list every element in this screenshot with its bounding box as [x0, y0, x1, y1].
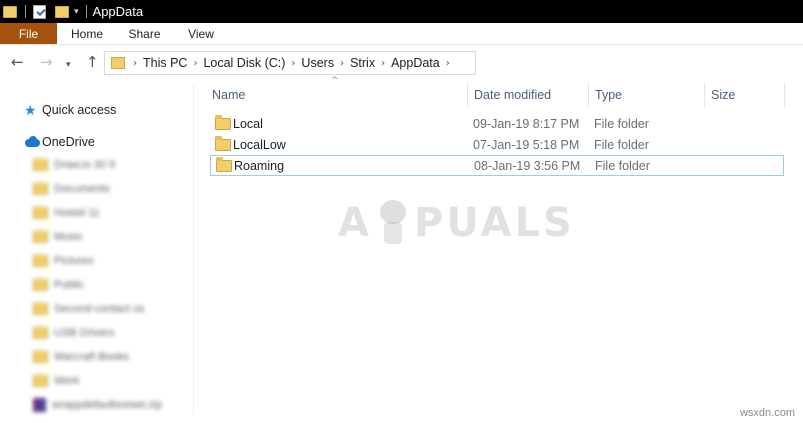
zip-file-icon [33, 398, 46, 412]
watermark-text-left: A [338, 200, 372, 246]
sidebar-item-quick-access[interactable]: ★ Quick access [24, 100, 116, 120]
file-type: File folder [595, 158, 650, 173]
sidebar-item[interactable]: Music [33, 229, 83, 245]
chevron-right-icon[interactable]: › [291, 58, 295, 69]
chevron-right-icon[interactable]: › [446, 58, 450, 69]
column-header-size[interactable]: Size [705, 83, 785, 107]
folder-icon [216, 156, 232, 172]
breadcrumb-local-disk[interactable]: Local Disk (C:) [203, 56, 285, 70]
sidebar-item[interactable]: wrappdefaultsreset.zip [33, 397, 162, 413]
tab-file[interactable]: File [0, 23, 57, 44]
file-date-modified: 08-Jan-19 3:56 PM [474, 158, 581, 173]
column-header-type[interactable]: Type [589, 83, 705, 107]
star-icon: ★ [24, 101, 37, 118]
folder-icon [3, 5, 17, 18]
folder-icon [33, 303, 48, 315]
sidebar-item-label: OneDrive [42, 135, 95, 149]
folder-icon [33, 255, 48, 267]
file-name: Local [233, 116, 263, 131]
sidebar-item-label: wrappdefaultsreset.zip [52, 399, 163, 411]
navigation-bar: ← → ▾ ↑ › This PC › Local Disk (C:) › Us… [0, 46, 803, 79]
sidebar-item-label: Second contact us [54, 303, 145, 315]
folder-icon [33, 159, 48, 171]
sidebar-item[interactable]: Documents [33, 181, 110, 197]
breadcrumb-this-pc[interactable]: This PC [143, 56, 187, 70]
sidebar-item-label: USB Drivers [54, 327, 115, 339]
sidebar-item-label: Work [54, 375, 80, 387]
chevron-right-icon[interactable]: › [340, 58, 344, 69]
pane-divider[interactable] [193, 84, 194, 414]
file-name: LocalLow [233, 137, 286, 152]
tab-share[interactable]: Share [117, 23, 172, 44]
folder-icon [215, 114, 231, 130]
sidebar-item[interactable]: Draw.io 30 9 [33, 157, 115, 173]
ribbon-tabs: File Home Share View [0, 23, 803, 45]
sidebar-item-label: Music [54, 231, 83, 243]
chevron-right-icon[interactable]: › [381, 58, 385, 69]
sidebar-item[interactable]: Pictures [33, 253, 94, 269]
file-date-modified: 09-Jan-19 8:17 PM [473, 116, 580, 131]
recent-locations-chevron-icon[interactable]: ▾ [66, 57, 71, 73]
sidebar-item-label: Hostel 11 [54, 207, 100, 219]
file-type: File folder [594, 137, 649, 152]
file-row-locallow[interactable]: LocalLow 07-Jan-19 5:18 PM File folder [210, 134, 784, 155]
tab-view[interactable]: View [172, 23, 230, 44]
title-bar: ▾ AppData [0, 0, 803, 23]
column-header-name[interactable]: Name [206, 83, 468, 107]
folder-icon [33, 375, 48, 387]
sidebar-item[interactable]: Hostel 11 [33, 205, 100, 221]
chevron-right-icon[interactable]: › [193, 58, 197, 69]
file-row-local[interactable]: Local 09-Jan-19 8:17 PM File folder [210, 113, 784, 134]
sidebar-item-label: Pictures [54, 255, 94, 267]
mascot-icon [376, 200, 410, 246]
toolbar-divider [85, 5, 87, 18]
folder-icon [33, 183, 48, 195]
address-bar[interactable]: › This PC › Local Disk (C:) › Users › St… [104, 51, 476, 75]
file-date-modified: 07-Jan-19 5:18 PM [473, 137, 580, 152]
folder-icon [33, 351, 48, 363]
file-type: File folder [594, 116, 649, 131]
watermark-logo: A PUALS [338, 200, 575, 246]
breadcrumb-strix[interactable]: Strix [350, 56, 375, 70]
breadcrumb-appdata[interactable]: AppData [391, 56, 440, 70]
navigation-pane: ★ Quick access OneDrive Draw.io 30 9 Doc… [0, 80, 196, 423]
forward-arrow-icon[interactable]: → [40, 54, 53, 70]
file-name: Roaming [234, 158, 285, 173]
back-arrow-icon[interactable]: ← [11, 54, 24, 70]
up-arrow-icon[interactable]: ↑ [86, 54, 99, 70]
column-header-date-modified[interactable]: Date modified [468, 83, 589, 107]
cloud-icon [24, 136, 42, 148]
folder-icon [111, 57, 125, 69]
folder-icon [33, 207, 48, 219]
folder-icon [215, 135, 231, 151]
sidebar-item[interactable]: Second contact us [33, 301, 145, 317]
chevron-right-icon[interactable]: › [133, 58, 137, 69]
breadcrumb-users[interactable]: Users [301, 56, 334, 70]
new-folder-icon[interactable] [55, 5, 69, 18]
folder-icon [33, 327, 48, 339]
tab-home[interactable]: Home [57, 23, 117, 44]
column-header-row: Name Date modified Type Size [200, 83, 791, 107]
sidebar-item-label: Quick access [42, 103, 117, 117]
sidebar-item-label: Warcraft Books [54, 351, 129, 363]
watermark-text-right: PUALS [413, 200, 575, 246]
sidebar-item[interactable]: Public [33, 277, 84, 293]
folder-icon [33, 231, 48, 243]
sidebar-item[interactable]: Work [33, 373, 79, 389]
sidebar-item-label: Documents [54, 183, 110, 195]
file-row-roaming[interactable]: Roaming 08-Jan-19 3:56 PM File folder [210, 155, 784, 176]
sidebar-item-label: Draw.io 30 9 [54, 159, 116, 171]
properties-icon[interactable] [33, 4, 46, 19]
folder-icon [33, 279, 48, 291]
toolbar-divider [25, 5, 26, 18]
sidebar-item-onedrive[interactable]: OneDrive [24, 132, 95, 152]
window-title: AppData [92, 4, 144, 19]
sidebar-item[interactable]: Warcraft Books [33, 349, 129, 365]
site-watermark: wsxdn.com [739, 407, 795, 419]
sidebar-item-label: Public [54, 279, 84, 291]
chevron-down-icon[interactable]: ▾ [74, 7, 79, 17]
sidebar-item[interactable]: USB Drivers [33, 325, 115, 341]
